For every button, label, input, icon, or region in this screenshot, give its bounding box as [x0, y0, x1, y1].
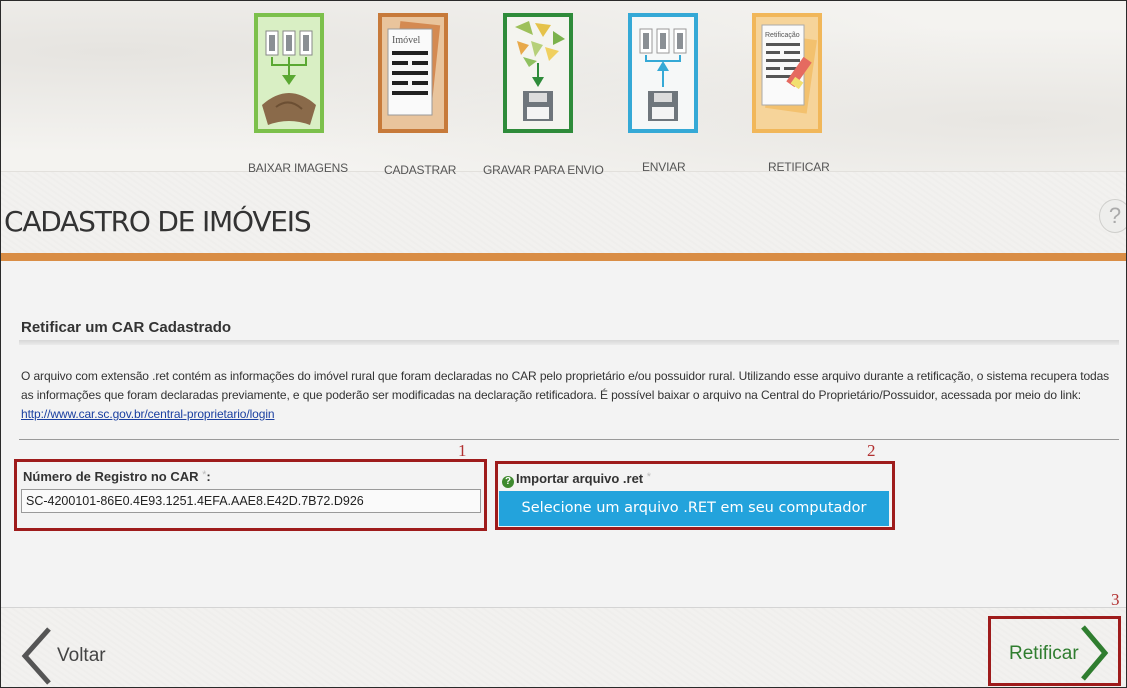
back-button[interactable]: Voltar: [19, 625, 129, 687]
title-divider: [1, 253, 1126, 261]
description-text: O arquivo com extensão .ret contém as in…: [21, 369, 1110, 402]
help-icon[interactable]: ?: [1099, 199, 1126, 233]
download-images-icon: [254, 13, 324, 133]
svg-text:Retificação: Retificação: [765, 32, 800, 39]
callout-number: 2: [867, 441, 876, 460]
step-enviar[interactable]: ENVIAR: [628, 13, 698, 174]
save-disk-icon: [503, 13, 573, 133]
section-description: O arquivo com extensão .ret contém as in…: [21, 367, 1111, 424]
car-number-label: Número de Registro no CAR *:: [23, 469, 211, 484]
section-title: Retificar um CAR Cadastrado: [21, 319, 232, 336]
car-number-input[interactable]: [21, 489, 481, 513]
back-label: Voltar: [57, 645, 106, 666]
step-gravar-para-envio[interactable]: GRAVAR PARA ENVIO: [483, 13, 604, 177]
callout-number: 1: [458, 441, 467, 460]
property-form-icon: Imóvel: [378, 13, 448, 133]
section-divider: [19, 340, 1119, 345]
chevron-left-icon: [21, 627, 51, 685]
step-label: ENVIAR: [642, 160, 686, 174]
central-proprietario-link[interactable]: http://www.car.sc.gov.br/central-proprie…: [21, 407, 275, 421]
import-file-label-text: Importar arquivo .ret: [516, 471, 644, 486]
chevron-right-icon: [1081, 625, 1109, 681]
form-divider: [19, 439, 1119, 440]
workflow-banner: BAIXAR IMAGENS Imóvel CADASTRAR GRAVAR P…: [1, 1, 1126, 177]
step-retificar[interactable]: Retificação RETIFICAR: [752, 13, 830, 174]
car-number-label-text: Número de Registro no CAR: [23, 469, 199, 484]
label-colon: :: [206, 469, 211, 484]
required-mark: *: [646, 471, 652, 483]
import-file-label: ? Importar arquivo .ret *: [502, 471, 651, 488]
step-cadastrar[interactable]: Imóvel CADASTRAR: [378, 13, 456, 177]
select-ret-file-button[interactable]: Selecione um arquivo .RET em seu computa…: [499, 491, 889, 526]
callout-number: 3: [1111, 590, 1120, 609]
step-label: RETIFICAR: [768, 160, 830, 174]
upload-icon: [628, 13, 698, 133]
retificar-label: Retificar: [1009, 643, 1079, 664]
app-window: BAIXAR IMAGENS Imóvel CADASTRAR GRAVAR P…: [0, 0, 1127, 688]
retificar-button[interactable]: Retificar: [999, 623, 1111, 683]
content-panel: [1, 261, 1126, 607]
footer-divider: [1, 607, 1126, 608]
step-label: CADASTRAR: [384, 163, 457, 177]
step-label: GRAVAR PARA ENVIO: [483, 163, 604, 177]
rectify-document-icon: Retificação: [752, 13, 822, 133]
page-title: CADASTRO DE IMÓVEIS: [4, 205, 312, 238]
help-circle-icon[interactable]: ?: [502, 476, 514, 488]
step-label: BAIXAR IMAGENS: [248, 161, 348, 175]
step-baixar-imagens[interactable]: BAIXAR IMAGENS: [248, 13, 348, 175]
svg-text:Imóvel: Imóvel: [392, 35, 421, 46]
